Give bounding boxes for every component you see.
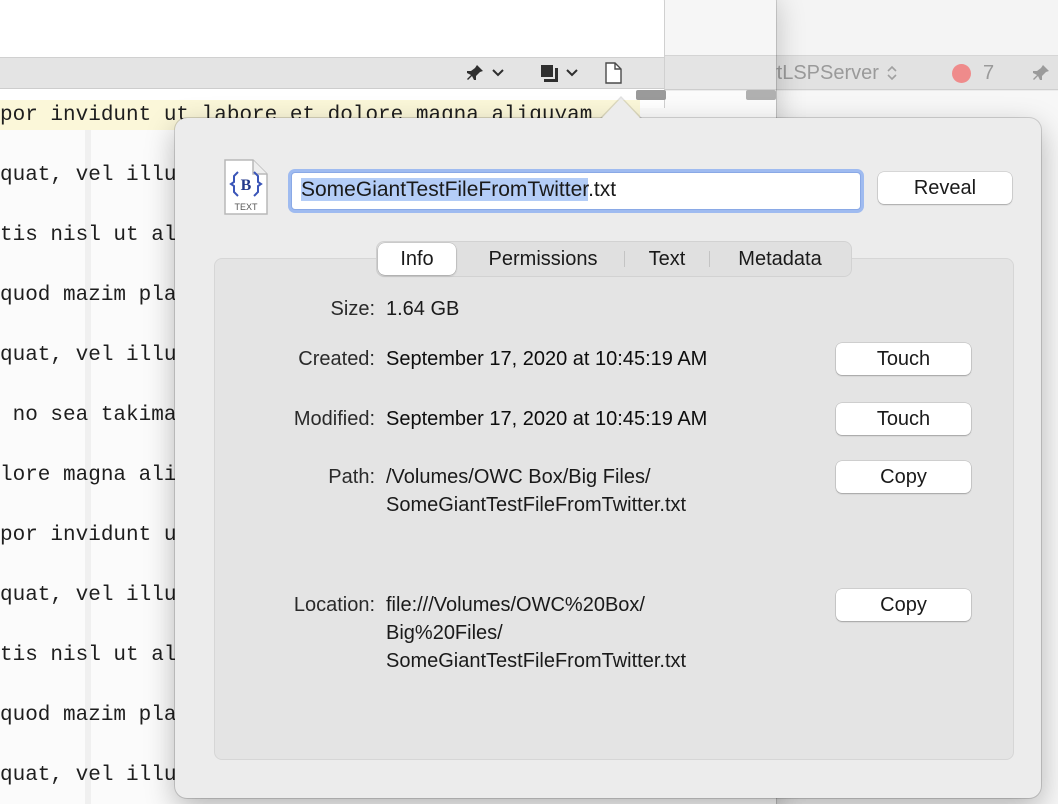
screen: rtLSPServer 7 por invidunt ut labore et … [0,0,1058,804]
pin-icon [1033,65,1049,80]
filename-selected-text: SomeGiantTestFileFromTwitter [301,178,589,201]
touch-modified-button[interactable]: Touch [836,403,971,435]
split-view-menu[interactable] [538,62,580,84]
editor-line: tis nisl ut al [0,224,177,247]
gutter-band [85,91,91,804]
editor-line: quat, vel illu [0,584,177,607]
editor-line: no sea takima [0,404,177,427]
path-label: Path: [328,466,375,488]
tab-bar: Info Permissions Text Metadata [376,241,852,277]
popover-arrow [601,98,641,119]
document-tab-area [0,0,664,108]
tab-info[interactable]: Info [378,243,456,275]
editor-line: quod mazim pla [0,704,177,727]
scheme-selector[interactable]: rtLSPServer [770,62,899,84]
editor-line: quod mazim pla [0,284,177,307]
modified-value: September 17, 2020 at 10:45:19 AM [386,408,708,430]
size-value: 1.64 GB [386,298,460,320]
document-icon [605,62,622,84]
reveal-button[interactable]: Reveal [878,172,1012,204]
editor-line: lore magna ali [0,464,177,487]
tab-permissions[interactable]: Permissions [462,241,624,277]
updown-chevron-icon [887,65,897,81]
filename-field[interactable]: SomeGiantTestFileFromTwitter.txt [291,172,861,210]
copy-location-button[interactable]: Copy [836,589,971,621]
error-indicator[interactable]: 7 [952,62,994,84]
size-label: Size: [330,298,375,320]
overlapping-squares-icon [539,63,558,82]
scheme-label: rtLSPServer [770,61,879,84]
text-file-icon: B TEXT [224,159,268,215]
created-label: Created: [298,348,375,370]
location-line-1: file:///Volumes/OWC%20Box/ [386,594,645,616]
copy-path-button[interactable]: Copy [836,461,971,493]
location-line-3: SomeGiantTestFileFromTwitter.txt [386,650,687,672]
file-info-popover: B TEXT SomeGiantTestFileFromTwitter.txt … [175,96,1041,798]
minimap-thumb-back[interactable] [746,90,776,100]
error-count: 7 [983,61,995,84]
document-info-button[interactable] [602,62,624,84]
error-dot-icon [952,63,971,83]
icon-type-label: TEXT [234,202,258,212]
editor-line: quat, vel illu [0,764,177,787]
touch-created-button[interactable]: Touch [836,343,971,375]
path-line-1: /Volumes/OWC Box/Big Files/ [386,466,651,488]
location-label: Location: [293,594,375,616]
tab-metadata[interactable]: Metadata [710,241,850,277]
filename-extension: .txt [588,178,617,201]
modified-label: Modified: [293,408,375,430]
editor-line: tis nisl ut al [0,644,177,667]
editor-line: quat, vel illu [0,344,177,367]
created-value: September 17, 2020 at 10:45:19 AM [386,348,708,370]
svg-text:B: B [241,177,252,194]
tab-text[interactable]: Text [625,241,709,277]
path-line-2: SomeGiantTestFileFromTwitter.txt [386,494,687,516]
location-line-2: Big%20Files/ [386,622,503,644]
editor-line: por invidunt u [0,524,177,547]
pin-icon [467,65,483,80]
editor-line: quat, vel illu [0,164,177,187]
bookmark-menu[interactable] [464,62,506,84]
chevron-down-icon [492,69,504,77]
chevron-down-icon [566,69,578,77]
bookmark-menu-back-2[interactable] [1030,62,1052,84]
